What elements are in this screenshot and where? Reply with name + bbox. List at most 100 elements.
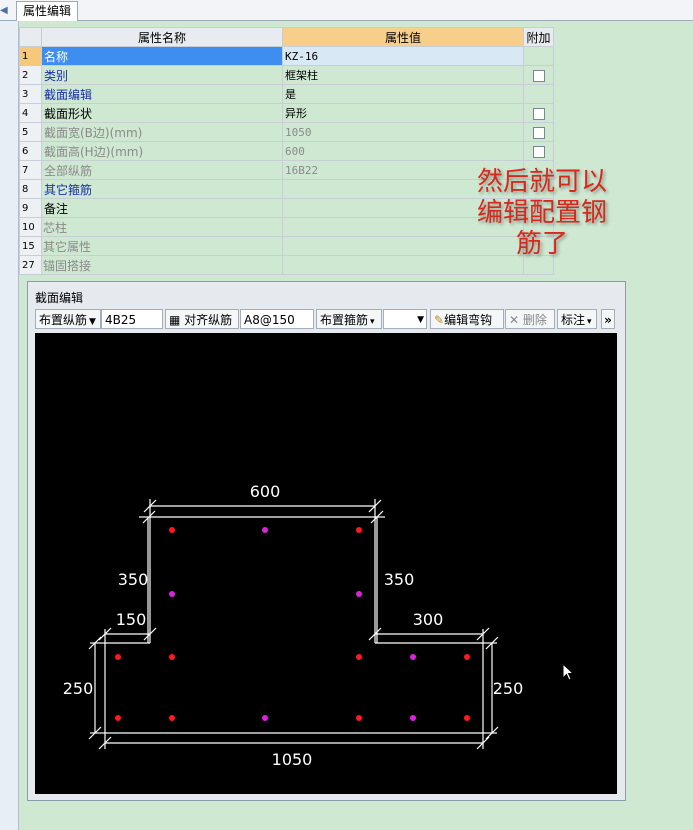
align-grid-icon: ▦ [169,313,185,327]
property-name[interactable]: 备注 [41,198,283,218]
edit-hook-label: 编辑弯钩 [444,313,493,327]
corner-rebar-point[interactable] [115,715,121,721]
property-value[interactable]: KZ-16 [282,46,524,66]
tutorial-annotation: 然后就可以 编辑配置钢 筋了 [462,167,622,260]
dim-label-bottom: 1050 [272,750,313,769]
table-row[interactable]: 2 类别 框架柱 [19,65,554,85]
chevron-down-icon: ▾ [587,317,592,327]
row-number: 3 [19,84,42,104]
property-name[interactable]: 其它箍筋 [41,179,283,199]
long-rebar-input[interactable]: 4B25 [101,309,163,329]
left-panel-strip [0,21,19,830]
annotation-line: 筋了 [515,229,568,259]
extra-cell [523,46,554,66]
table-row[interactable]: 5 截面宽(B边)(mm) 1050 [19,122,554,142]
middle-rebar-point[interactable] [356,591,362,597]
row-number: 8 [19,179,42,199]
stirrup-type-select[interactable]: ▼ [383,309,427,329]
scroll-left-icon[interactable]: ◀ [0,5,8,16]
property-name[interactable]: 截面高(H边)(mm) [41,141,283,161]
middle-rebar-point[interactable] [262,527,268,533]
delete-label: 删除 [522,313,547,327]
middle-rebar-point[interactable] [410,654,416,660]
corner-rebar-point[interactable] [356,715,362,721]
extra-checkbox[interactable] [532,145,545,158]
corner-rebar-point[interactable] [464,715,470,721]
middle-rebar-point[interactable] [262,715,268,721]
property-name[interactable]: 全部纵筋 [41,160,283,180]
tab-property-edit[interactable]: 属性编辑 [16,1,79,21]
place-long-rebar-button[interactable]: 布置纵筋 ▼ [35,309,101,329]
corner-rebar-point[interactable] [356,654,362,660]
align-rebar-button[interactable]: ▦ 对齐纵筋 [165,309,239,329]
middle-rebar-point[interactable] [169,591,175,597]
annotation-line: 编辑配置钢 [476,198,607,228]
stirrup-input[interactable]: A8@150 [240,309,314,329]
place-long-rebar-label: 布置纵筋 [39,313,88,327]
property-name[interactable]: 截面编辑 [41,84,283,104]
delete-button[interactable]: ✕ 删除 [505,309,555,329]
place-stirrup-button[interactable]: 布置箍筋 ▾ [316,309,382,329]
extra-checkbox[interactable] [532,69,545,82]
row-number: 6 [19,141,42,161]
dim-label-left-upper: 350 [118,570,149,589]
property-value[interactable]: 600 [282,141,524,161]
header-property-name[interactable]: 属性名称 [41,27,283,47]
extra-cell [523,122,554,142]
property-name[interactable]: 类别 [41,65,283,85]
property-name: 芯柱 [43,220,68,235]
extra-checkbox[interactable] [532,126,545,139]
section-drawing-canvas[interactable]: 600 350 350 150 300 250 250 1050 [35,333,617,794]
toolbar-overflow-button[interactable]: » [601,309,615,329]
corner-rebar-point[interactable] [464,654,470,660]
annotate-button[interactable]: 标注 ▾ [557,309,597,329]
section-edit-panel: 截面编辑 布置纵筋 ▼ 4B25 ▦ 对齐纵筋 A8@150 布置箍筋 ▾ ▼ ✎编… [27,281,626,801]
property-name-group[interactable]: +芯柱 [41,217,283,237]
property-name: 锚固搭接 [43,258,92,273]
dim-label-left-lower: 250 [63,679,94,698]
table-row[interactable]: 1 名称 KZ-16 [19,46,554,66]
property-value[interactable]: 是 [282,84,524,104]
corner-rebar-point[interactable] [115,654,121,660]
header-corner [19,27,42,47]
property-value[interactable]: 1050 [282,122,524,142]
corner-rebar-point[interactable] [169,527,175,533]
dim-label-left-step: 150 [116,610,147,629]
property-name[interactable]: 截面宽(B边)(mm) [41,122,283,142]
chevron-down-icon: ▾ [370,317,375,327]
dim-label-right-upper: 350 [384,570,415,589]
chevron-down-icon: ▼ [417,315,424,325]
row-number: 27 [19,255,42,275]
extra-checkbox[interactable] [532,107,545,120]
middle-rebar-point[interactable] [410,715,416,721]
annotation-line: 然后就可以 [476,167,607,197]
align-rebar-label: 对齐纵筋 [184,313,233,327]
table-row[interactable]: 6 截面高(H边)(mm) 600 [19,141,554,161]
extra-cell [523,65,554,85]
table-row[interactable]: 3 截面编辑 是 [19,84,554,104]
mouse-cursor-icon [562,663,575,681]
annotate-label: 标注 [561,313,586,327]
property-name-group[interactable]: +其它属性 [41,236,283,256]
property-value[interactable]: 框架柱 [282,65,524,85]
header-extra[interactable]: 附加 [523,27,554,47]
edit-hook-button[interactable]: ✎编辑弯钩 [430,309,504,329]
dim-label-top: 600 [250,482,281,501]
property-value[interactable]: 异形 [282,103,524,123]
place-stirrup-label: 布置箍筋 [320,313,369,327]
row-number: 4 [19,103,42,123]
panel-title: 截面编辑 [35,291,84,305]
corner-rebar-point[interactable] [356,527,362,533]
row-number: 9 [19,198,42,218]
property-name[interactable]: 名称 [41,46,283,66]
property-name[interactable]: 截面形状 [41,103,283,123]
table-row[interactable]: 4 截面形状 异形 [19,103,554,123]
header-property-value[interactable]: 属性值 [282,27,524,47]
dim-label-right-lower: 250 [493,679,524,698]
property-name: 其它属性 [43,239,92,254]
row-number: 2 [19,65,42,85]
section-drawing: 600 350 350 150 300 250 250 1050 [63,482,524,769]
corner-rebar-point[interactable] [169,654,175,660]
corner-rebar-point[interactable] [169,715,175,721]
property-name-group[interactable]: +锚固搭接 [41,255,283,275]
